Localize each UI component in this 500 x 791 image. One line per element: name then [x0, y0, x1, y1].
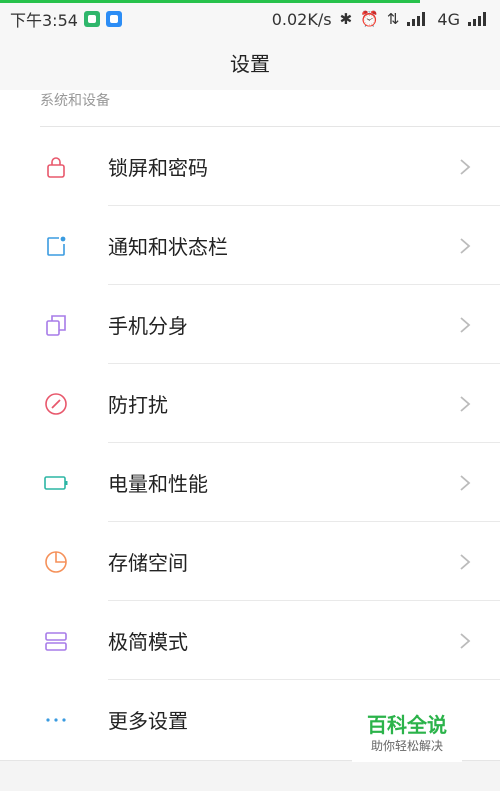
notification-icon — [47, 236, 66, 256]
more-icon — [46, 717, 66, 722]
chevron-right-icon — [460, 553, 471, 570]
settings-item-battery[interactable]: 电量和性能 — [0, 443, 500, 522]
app-notification-icon-2 — [105, 11, 122, 27]
settings-item-label: 防打扰 — [108, 393, 168, 417]
section-header: 系统和设备 — [40, 90, 500, 127]
chevron-right-icon — [460, 474, 471, 491]
settings-item-lite-mode[interactable]: 极简模式 — [0, 601, 500, 680]
data-transfer-icon: ⇅ — [386, 10, 400, 28]
settings-item-storage[interactable]: 存储空间 — [0, 522, 500, 601]
bluetooth-icon: ✱ — [339, 10, 353, 28]
network-speed: 0.02K/s — [271, 9, 332, 29]
title-bar: 设置 — [0, 35, 500, 90]
settings-item-label: 通知和状态栏 — [108, 235, 228, 259]
lock-icon — [47, 156, 65, 178]
battery-icon — [44, 475, 68, 490]
chevron-right-icon — [460, 316, 471, 333]
settings-item-label: 极简模式 — [108, 630, 188, 654]
settings-item-label: 手机分身 — [108, 314, 188, 338]
page-title: 设置 — [230, 52, 270, 76]
status-bar: 下午3:54 0.02K/s ✱ ⏰ ⇅ 4G — [0, 3, 500, 35]
settings-item-label: 更多设置 — [108, 709, 188, 733]
settings-item-label: 电量和性能 — [108, 472, 208, 496]
settings-item-notifications[interactable]: 通知和状态栏 — [0, 206, 500, 285]
settings-item-label: 存储空间 — [108, 551, 188, 575]
lite-mode-icon — [45, 631, 67, 651]
network-type: 4G — [437, 9, 460, 29]
status-right: 0.02K/s ✱ ⏰ ⇅ 4G — [272, 10, 490, 29]
settings-item-lock-screen[interactable]: 锁屏和密码 — [0, 127, 500, 206]
chevron-right-icon — [460, 632, 471, 649]
signal-icon — [407, 12, 430, 26]
status-time: 下午3:54 — [10, 11, 78, 30]
do-not-disturb-icon — [45, 392, 67, 415]
alarm-icon: ⏰ — [360, 10, 379, 28]
chevron-right-icon — [460, 158, 471, 175]
settings-item-do-not-disturb[interactable]: 防打扰 — [0, 364, 500, 443]
storage-icon — [45, 550, 67, 573]
settings-list: 系统和设备 锁屏和密码 通知和状态栏 手机分身 防打扰 电量和性能 存储空间 极… — [0, 90, 500, 760]
second-space-icon — [46, 314, 66, 336]
settings-item-label: 锁屏和密码 — [108, 156, 208, 180]
chevron-right-icon — [460, 395, 471, 412]
watermark-title: 百科全说 — [367, 713, 447, 737]
signal-icon-2 — [468, 12, 490, 26]
app-notification-icon — [83, 11, 100, 27]
chevron-right-icon — [460, 237, 471, 254]
status-left: 下午3:54 — [10, 7, 122, 31]
watermark-subtitle: 助你轻松解决 — [370, 739, 443, 753]
next-section-area — [0, 760, 500, 791]
watermark-logo: 百科全说 助你轻松解决 — [352, 712, 462, 762]
settings-item-second-space[interactable]: 手机分身 — [0, 285, 500, 364]
